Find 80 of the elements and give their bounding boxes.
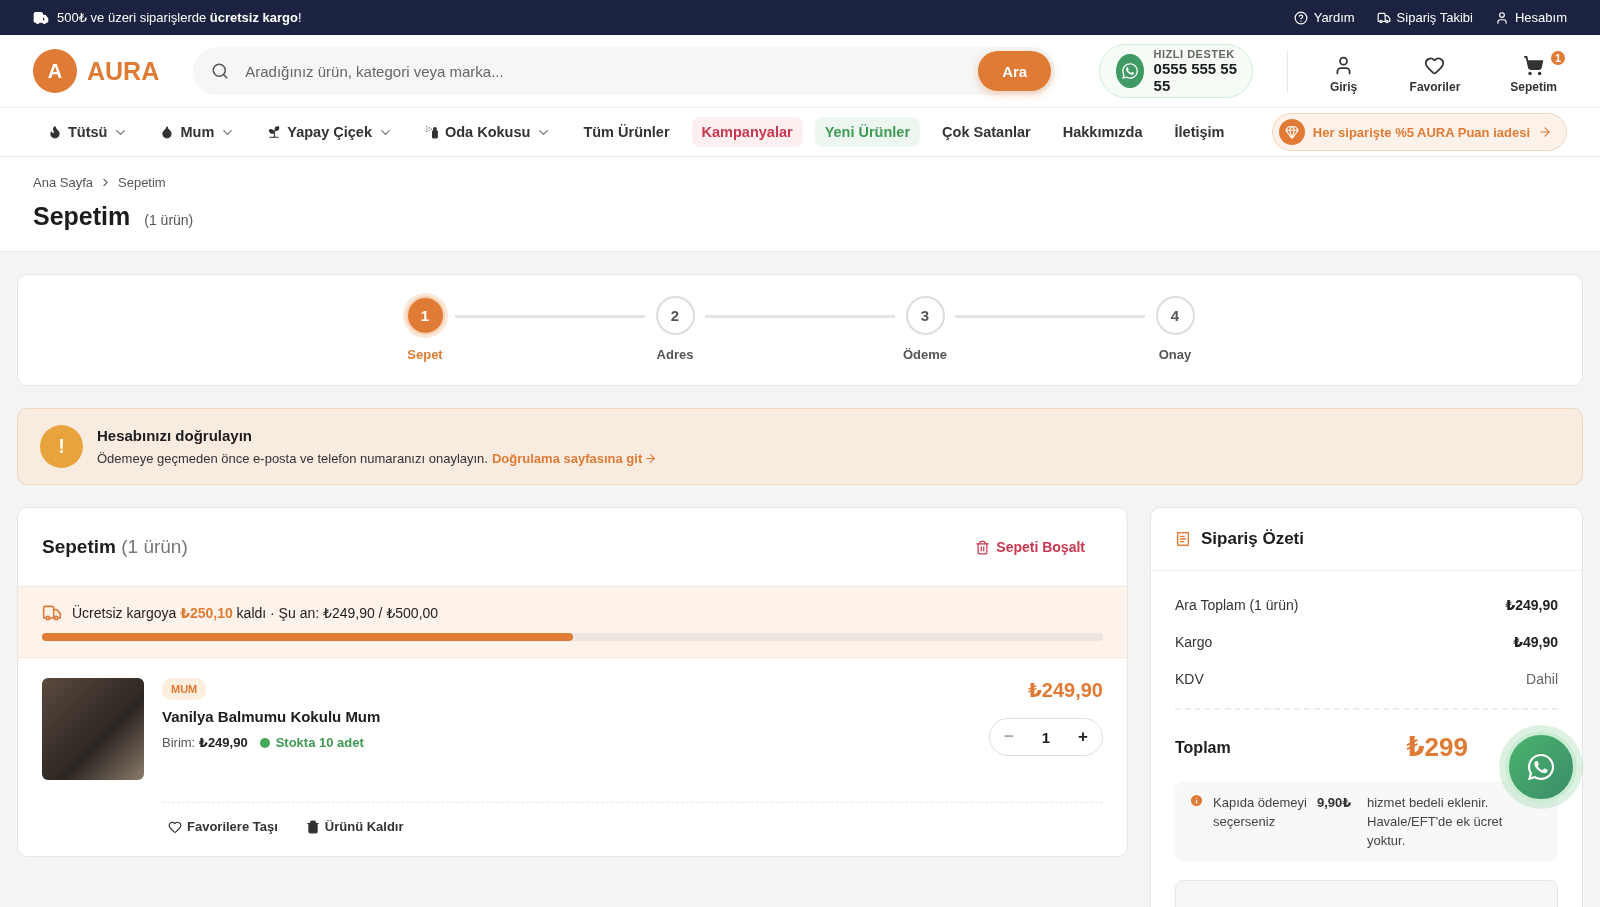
trash-icon: [975, 539, 991, 555]
sprout-icon: [267, 125, 282, 139]
nav-link[interactable]: Yapay Çiçek: [257, 117, 403, 147]
total-value: ₺299: [1406, 732, 1468, 763]
summary-label: Ara Toplam (1 ürün): [1175, 597, 1299, 613]
help-icon: [1293, 10, 1308, 25]
top-link[interactable]: Hesabım: [1494, 10, 1567, 25]
chat-bubble-icon: [1116, 54, 1144, 88]
nav-link[interactable]: Hakkımızda: [1052, 117, 1153, 147]
spray-can-icon: [424, 125, 439, 139]
step-label: Adres: [656, 347, 694, 362]
summary-title: Sipariş Özeti: [1201, 529, 1304, 549]
unit-price: Birim: ₺249,90: [162, 735, 248, 750]
nav-link[interactable]: Çok Satanlar: [932, 117, 1041, 147]
clear-cart-button[interactable]: Sepeti Boşalt: [969, 538, 1091, 556]
exclamation-icon: !: [40, 425, 83, 468]
nav-link[interactable]: Oda Kokusu: [414, 117, 562, 147]
note-text: hizmet bedeli eklenir. Havale/EFT'de ek ücret yoktur.: [1367, 794, 1504, 850]
item-count: (1 ürün): [144, 212, 194, 228]
header-action[interactable]: Giriş: [1317, 48, 1370, 94]
total-label: Toplam: [1175, 738, 1231, 757]
quantity-value: 1: [1041, 728, 1051, 746]
step-label: Onay: [1158, 347, 1192, 362]
alert-title: Hesabınızı doğrulayın: [97, 426, 254, 444]
truck-icon: [33, 9, 49, 26]
trash-icon: [305, 819, 320, 834]
truck-icon: [42, 603, 62, 623]
note-text: Kapıda ödemeyi seçerseniz: [1213, 794, 1308, 831]
move-to-favorites-button[interactable]: Favorilere Taşı: [168, 819, 278, 834]
step-number[interactable]: 4: [1155, 296, 1195, 335]
category-tag: MUM: [162, 678, 207, 700]
cart-title: Sepetim (1 ürün): [42, 536, 188, 558]
support-phone: 0555 555 55 55: [1153, 60, 1238, 94]
drop-icon: [160, 125, 175, 139]
summary-value: Dahil: [1526, 671, 1558, 687]
nav-link[interactable]: Mum: [150, 117, 246, 147]
truck-icon: [1376, 10, 1391, 25]
chat-bubble-icon: [1526, 752, 1556, 782]
support-label: HIZLI DESTEK: [1153, 48, 1236, 60]
summary-value: ₺49,90: [1513, 634, 1558, 650]
step-label: Sepet: [407, 347, 443, 362]
logo-text: AURA: [87, 56, 160, 86]
summary-label: KDV: [1175, 671, 1204, 687]
user-icon: [1494, 10, 1509, 25]
nav-link[interactable]: Kampanyalar: [691, 117, 803, 147]
header-action[interactable]: Sepetim 1: [1500, 48, 1567, 94]
fee-amount: 9,90₺: [1317, 794, 1353, 812]
shipping-progress-text: Ücretsiz kargoya ₺250,10 kaldı · Şu an: ₺249,90 / ₺500,00: [72, 605, 439, 621]
nav-link[interactable]: Tütsü: [38, 117, 139, 147]
breadcrumb-link[interactable]: Sepetim: [118, 175, 166, 190]
page-title: Sepetim: [33, 202, 131, 231]
cart-icon: [1523, 54, 1545, 76]
step-number[interactable]: 2: [655, 296, 695, 335]
item-price: ₺249,90: [1027, 678, 1103, 702]
search-icon: [211, 62, 230, 80]
cart-count-badge: 1: [1549, 48, 1567, 67]
increase-button[interactable]: +: [1072, 726, 1094, 748]
free-shipping-promo: 500₺ ve üzeri siparişlerde ücretsiz kargo!: [33, 9, 302, 26]
top-link[interactable]: Sipariş Takibi: [1376, 10, 1473, 25]
support-contact[interactable]: HIZLI DESTEK 0555 555 55 55: [1099, 44, 1253, 98]
remove-item-button[interactable]: Ürünü Kaldır: [305, 819, 404, 834]
flame-icon: [48, 125, 62, 139]
step-number[interactable]: 3: [905, 296, 945, 335]
logo-mark: A: [33, 49, 77, 93]
summary-value: ₺249,90: [1505, 597, 1558, 613]
arrow-right-icon: [644, 451, 658, 465]
header-action[interactable]: Favoriler: [1399, 48, 1471, 94]
top-link[interactable]: Yardım: [1293, 10, 1355, 25]
gem-icon: [1278, 119, 1305, 145]
nav-link[interactable]: İletişim: [1164, 117, 1235, 147]
stock-status: Stokta 10 adet: [275, 735, 364, 750]
breadcrumb-link[interactable]: Ana Sayfa: [33, 175, 93, 190]
nav-link[interactable]: Tüm Ürünler: [573, 117, 680, 147]
receipt-icon: [1175, 531, 1191, 547]
info-icon: [1189, 793, 1204, 808]
product-name[interactable]: Vanilya Balmumu Kokulu Mum: [162, 708, 381, 725]
heart-icon: [168, 819, 182, 834]
summary-label: Kargo: [1175, 634, 1213, 650]
step-label: Ödeme: [902, 347, 948, 362]
alert-text: Ödemeye geçmeden önce e-posta ve telefon numaranızı onaylayın.: [97, 450, 488, 466]
